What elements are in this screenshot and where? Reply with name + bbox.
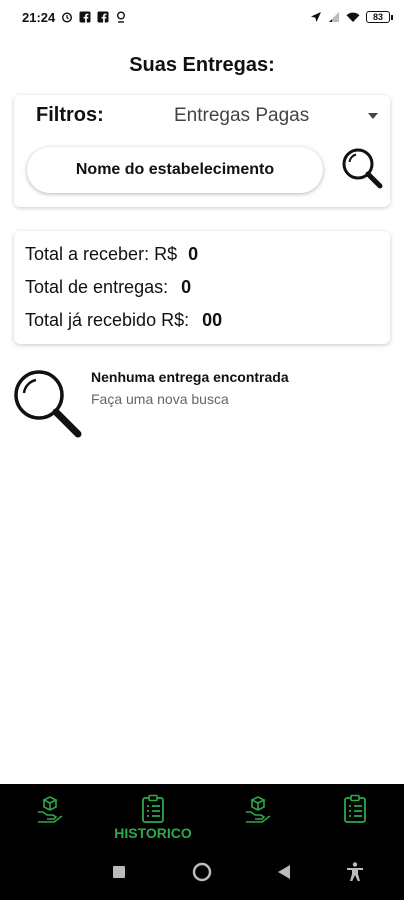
battery-indicator: 83 xyxy=(366,11,393,23)
square-icon[interactable] xyxy=(108,861,130,883)
alarm-icon xyxy=(62,12,73,23)
clipboard-list-icon xyxy=(344,794,366,823)
package-hand-icon xyxy=(246,796,271,823)
total-deliveries-value: 0 xyxy=(181,277,192,297)
page-title: Suas Entregas: xyxy=(129,54,275,76)
total-received-row: Total já recebido R$: 00 xyxy=(25,310,222,331)
total-receive-value: 0 xyxy=(188,244,199,264)
nav-item-historico[interactable]: HISTORICO xyxy=(110,784,196,844)
filter-dropdown[interactable]: Entregas Pagas xyxy=(174,103,380,129)
search-icon[interactable] xyxy=(339,145,387,193)
total-receive-label: Total a receber: R$ xyxy=(25,244,178,264)
package-hand-icon xyxy=(38,796,63,823)
clipboard-list-icon xyxy=(142,794,164,823)
filter-selected-value: Entregas Pagas xyxy=(174,105,310,126)
magnifier-icon xyxy=(14,370,82,438)
status-left: 21:24 xyxy=(22,10,127,25)
filter-card: Filtros: Entregas Pagas Nome do estabele… xyxy=(14,95,390,207)
nav-item-deliveries[interactable] xyxy=(33,784,67,844)
nav-item-deliveries-2[interactable] xyxy=(241,784,275,844)
total-receive-row: Total a receber: R$ 0 xyxy=(25,244,198,265)
establishment-search-input[interactable]: Nome do estabelecimento xyxy=(27,147,323,193)
wifi-icon xyxy=(346,12,360,22)
total-deliveries-row: Total de entregas: 0 xyxy=(25,277,191,298)
empty-state-title: Nenhuma entrega encontrada xyxy=(91,369,289,385)
nav-item-checklist[interactable] xyxy=(340,784,370,844)
status-right: 83 xyxy=(310,11,393,23)
total-received-label: Total já recebido R$: xyxy=(25,310,190,330)
pin-icon xyxy=(117,11,126,23)
empty-state-subtitle: Faça uma nova busca xyxy=(91,391,229,407)
back-triangle-icon[interactable] xyxy=(273,861,295,883)
nav-label-historico: HISTORICO xyxy=(114,825,192,841)
accessibility-icon[interactable] xyxy=(344,861,366,883)
summary-card: Total a receber: R$ 0 Total de entregas:… xyxy=(14,231,390,344)
system-navigation-bar xyxy=(0,844,404,900)
status-bar: 21:24 83 xyxy=(0,0,404,34)
filter-label: Filtros: xyxy=(36,104,104,126)
bottom-navigation: HISTORICO xyxy=(0,784,404,844)
facebook-icon xyxy=(97,11,109,23)
total-deliveries-label: Total de entregas: xyxy=(25,277,169,297)
signal-icon xyxy=(329,12,339,22)
circle-icon[interactable] xyxy=(191,861,213,883)
location-arrow-icon xyxy=(311,12,321,22)
total-received-value: 00 xyxy=(202,310,223,330)
dropdown-arrow-icon xyxy=(368,113,378,119)
facebook-icon xyxy=(79,11,91,23)
status-time: 21:24 xyxy=(22,9,56,25)
